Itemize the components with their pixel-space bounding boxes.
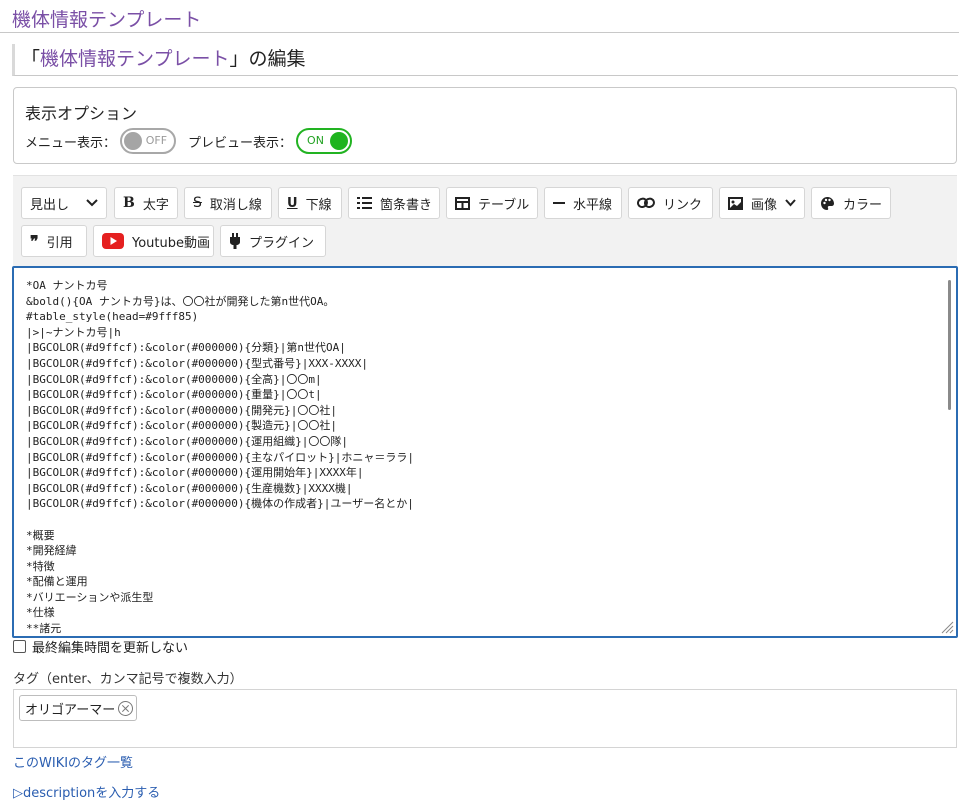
image-button[interactable]: 画像 [719,187,805,219]
menu-display-label: メニュー表示： [25,135,117,151]
color-label: カラー [843,197,883,213]
quote-button[interactable]: ❞ 引用 [21,225,87,257]
youtube-label: Youtube動画 [132,235,210,251]
editor-content[interactable]: *OA ナントカ号 &bold(){OA ナントカ号}は、〇〇社が開発した第n世… [14,268,956,636]
table-icon [455,196,470,210]
heading-select-label: 見出し [30,197,70,213]
plugin-label: プラグイン [249,235,315,251]
wiki-tag-list-link[interactable]: このWIKIのタグ一覧 [13,752,133,771]
chevron-down-icon [785,199,796,207]
color-button[interactable]: カラー [811,187,891,219]
edit-title: 「機体情報テンプレート」の編集 [12,44,958,76]
remove-tag-icon[interactable] [118,700,134,716]
menu-display-toggle[interactable]: OFF [120,128,177,154]
edit-title-suffix: 」の編集 [229,48,306,70]
preview-toggle-knob [330,132,349,150]
link-icon [637,197,655,209]
underline-button[interactable]: U 下線 [278,187,342,219]
horizontal-rule-icon [553,201,565,205]
menu-toggle-state: OFF [145,134,168,147]
plugin-button[interactable]: プラグイン [220,225,326,257]
menu-toggle-knob [124,132,143,150]
tag-input-box[interactable]: オリゴアーマー [13,689,957,748]
tag-label: タグ（enter、カンマ記号で複数入力） [13,672,243,687]
tag-chip-label: オリゴアーマー [25,702,116,718]
image-label: 画像 [751,197,778,213]
horizontal-rule-label: 水平線 [573,197,613,213]
youtube-button[interactable]: Youtube動画 [93,225,214,257]
display-options-heading: 表示オプション [25,104,138,123]
no-update-time-checkbox[interactable] [13,640,26,653]
plug-icon [229,233,241,249]
table-button[interactable]: テーブル [446,187,538,219]
bold-label: 太字 [142,197,169,213]
palette-icon [820,196,835,211]
edit-title-page-name[interactable]: 機体情報テンプレート [40,48,229,70]
strikethrough-label: 取消し線 [209,197,262,213]
bold-button[interactable]: B 太字 [114,187,178,219]
quote-label: 引用 [46,235,73,251]
underline-icon: U [287,195,298,211]
horizontal-rule-button[interactable]: 水平線 [544,187,622,219]
edit-title-open-quote: 「 [21,48,41,70]
image-icon [728,196,743,210]
editor-toolbar: 見出し B 太字 S 取消し線 U 下線 箇条書き テーブル 水平線 リンク 画… [13,175,957,267]
wiki-source-editor[interactable]: *OA ナントカ号 &bold(){OA ナントカ号}は、〇〇社が開発した第n世… [12,266,958,638]
youtube-icon [102,233,124,249]
no-update-time-row[interactable]: 最終編集時間を更新しない [13,637,188,656]
strikethrough-button[interactable]: S 取消し線 [184,187,272,219]
underline-label: 下線 [305,197,332,213]
bold-icon: B [123,195,135,211]
page-header-title: 機体情報テンプレート [12,9,202,31]
bullet-list-label: 箇条書き [380,197,433,213]
editor-scrollbar-thumb[interactable] [948,280,951,410]
preview-display-toggle[interactable]: ON [296,128,353,154]
strikethrough-icon: S [193,195,202,211]
link-button[interactable]: リンク [628,187,713,219]
display-options-panel: 表示オプション メニュー表示： OFF プレビュー表示： ON [13,87,957,164]
chevron-down-icon [86,199,98,207]
no-update-time-label: 最終編集時間を更新しない [32,641,189,656]
table-label: テーブル [478,197,530,213]
quote-icon: ❞ [30,231,39,251]
resize-handle-icon[interactable] [940,620,954,634]
display-options-row: メニュー表示： OFF プレビュー表示： ON [25,128,364,154]
bullet-list-button[interactable]: 箇条書き [348,187,440,219]
preview-display-label: プレビュー表示： [188,135,293,151]
list-icon [357,197,372,209]
link-label: リンク [663,197,703,213]
preview-toggle-state: ON [307,134,324,147]
tag-chip: オリゴアーマー [19,695,138,721]
page-header: 機体情報テンプレート [0,0,959,33]
heading-select[interactable]: 見出し [21,187,107,219]
